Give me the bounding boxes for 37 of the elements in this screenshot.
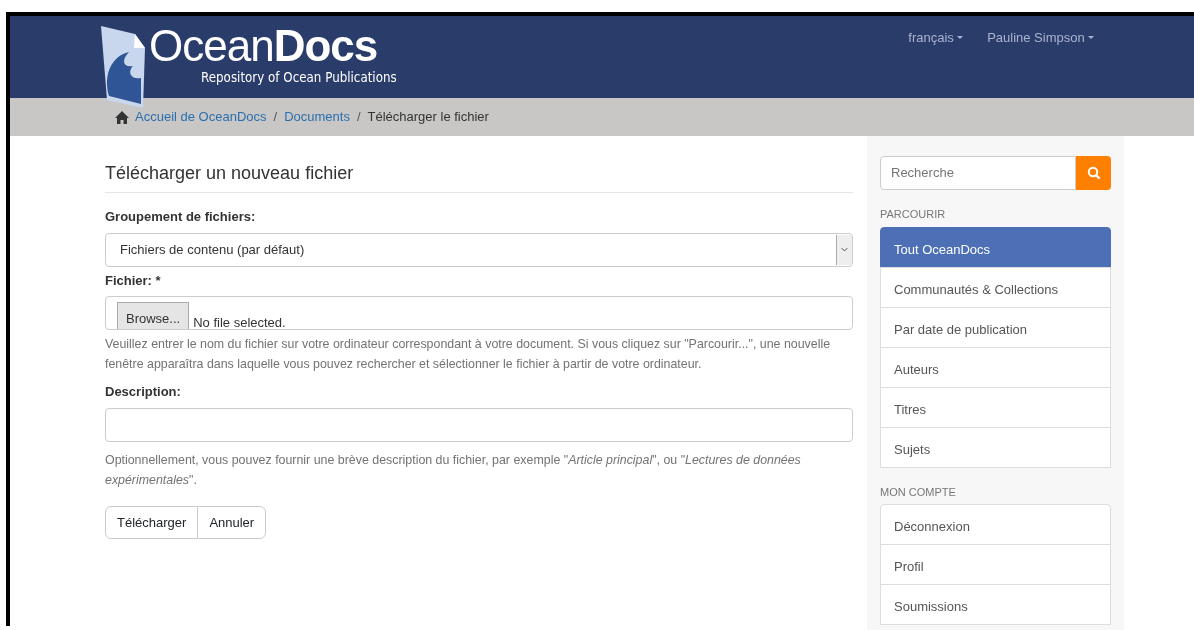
search-icon: [1086, 166, 1101, 180]
dropdown-menu-toggle[interactable]: Pauline Simpson: [987, 28, 1094, 98]
sidebar-item[interactable]: Par date de publication: [880, 306, 1111, 348]
home-icon[interactable]: [115, 110, 129, 124]
logo-icon: [101, 26, 145, 108]
sidebar-item[interactable]: Auteurs: [880, 346, 1111, 388]
form-button[interactable]: Télécharger: [105, 505, 199, 539]
help-text: Optionnellement, vous pouvez fournir une brève description du fichier, par exemple "Article principal", ou "Lectures de données expérimentales".: [105, 451, 802, 489]
sidebar-item[interactable]: Déconnexion: [880, 504, 1111, 545]
file-status: No file selected.: [193, 314, 286, 329]
help-text: Veuillez entrer le nom du fichier sur votre ordinateur correspondant à votre document. Si vous cliquez sur "Parcourir...", une nouvelle fenêtre apparaîtra dans laquelle vous pouvez rechercher et sélectionner le fichier à partir de votre ordinateur.: [105, 336, 832, 373]
sidebar-item[interactable]: Soumissions: [880, 584, 1111, 625]
file-field[interactable]: Browse... No file selected.: [105, 296, 853, 330]
browse-button[interactable]: Browse...: [117, 302, 190, 329]
sidebar-item[interactable]: Sujets: [880, 426, 1111, 468]
sidebar-item[interactable]: Profil: [880, 544, 1111, 585]
logo-text: OceanDocs: [149, 24, 379, 68]
field-label: Fichier: *: [105, 271, 161, 290]
group-select[interactable]: Fichiers de contenu (par défaut): [105, 232, 853, 267]
chevron-icon: [836, 234, 852, 265]
breadcrumb-current: Télécharger le fichier: [367, 108, 489, 127]
section-heading: PARCOURIR: [880, 207, 947, 222]
field-label: Description:: [105, 383, 181, 401]
search-button[interactable]: [1076, 156, 1111, 190]
breadcrumb-separator: /: [355, 108, 362, 127]
field-label: Groupement de fichiers:: [105, 208, 256, 226]
sidebar-item[interactable]: Tout OceanDocs: [880, 226, 1111, 268]
description-field[interactable]: [105, 407, 853, 442]
section-heading: MON COMPTE: [880, 484, 957, 500]
search-field[interactable]: Recherche: [880, 156, 1076, 190]
form-button[interactable]: Annuler: [197, 505, 267, 539]
dropdown-menu-toggle[interactable]: français: [908, 28, 964, 98]
breadcrumb-separator: /: [272, 108, 279, 127]
sidebar-item[interactable]: Titres: [880, 386, 1111, 428]
logo-tagline: Repository of Ocean Publications: [201, 68, 397, 87]
page-title: Télécharger un nouveau fichier: [105, 160, 853, 193]
sidebar-item[interactable]: Communautés & Collections: [880, 266, 1111, 308]
